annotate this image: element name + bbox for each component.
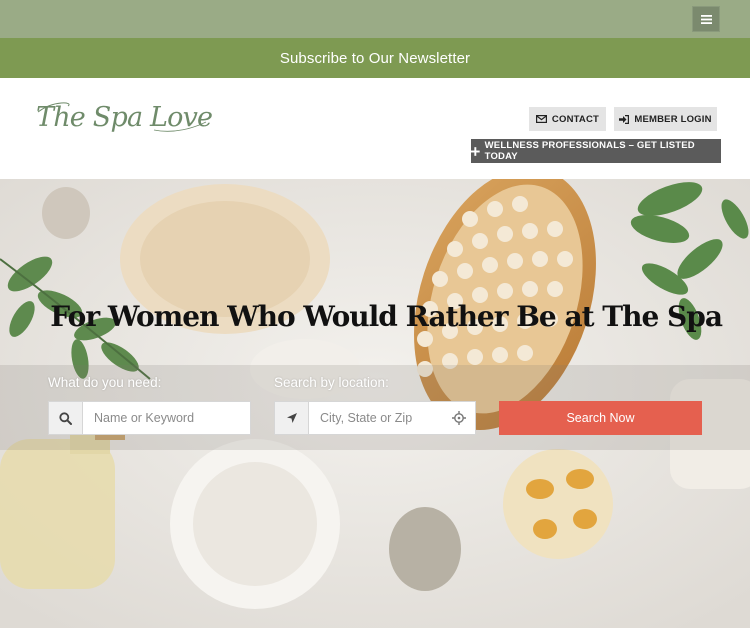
crosshairs-icon[interactable] [452,411,466,425]
envelope-icon [535,115,547,123]
site-logo[interactable]: The Spa Lover [34,94,214,138]
contact-button[interactable]: CONTACT [529,107,606,131]
menu-toggle-button[interactable] [692,6,720,32]
location-field [274,401,476,435]
wellness-professionals-button[interactable]: WELLNESS PROFESSIONALS – GET LISTED TODA… [471,139,721,163]
search-now-button[interactable]: Search Now [499,401,702,435]
sign-in-icon [619,114,630,124]
newsletter-banner: Subscribe to Our Newsletter [0,38,750,78]
location-arrow-addon [275,402,309,434]
search-icon [59,411,72,425]
plus-icon [471,146,480,156]
wellness-professionals-label: WELLNESS PROFESSIONALS – GET LISTED TODA… [484,140,695,162]
top-bar [0,0,750,38]
svg-text:The Spa Lover: The Spa Lover [36,102,214,133]
location-input[interactable] [309,402,449,434]
hero-headline: For Women Who Would Rather Be at The Spa [50,300,723,333]
logo-script: The Spa Lover [36,102,214,133]
member-login-button[interactable]: MEMBER LOGIN [614,107,717,131]
newsletter-link[interactable]: Subscribe to Our Newsletter [280,50,470,67]
hero-section: For Women Who Would Rather Be at The Spa… [0,179,750,628]
location-label: Search by location: [274,375,389,390]
keyword-label: What do you need: [48,375,162,390]
hamburger-icon [700,14,712,24]
search-icon-addon [49,402,83,434]
contact-label: CONTACT [551,113,600,125]
location-arrow-icon [286,413,297,423]
member-login-label: MEMBER LOGIN [634,113,712,125]
site-header: The Spa Lover CONTACT MEMBER LOGIN WELLN… [0,78,750,179]
keyword-input[interactable] [83,402,248,434]
keyword-field [48,401,251,435]
